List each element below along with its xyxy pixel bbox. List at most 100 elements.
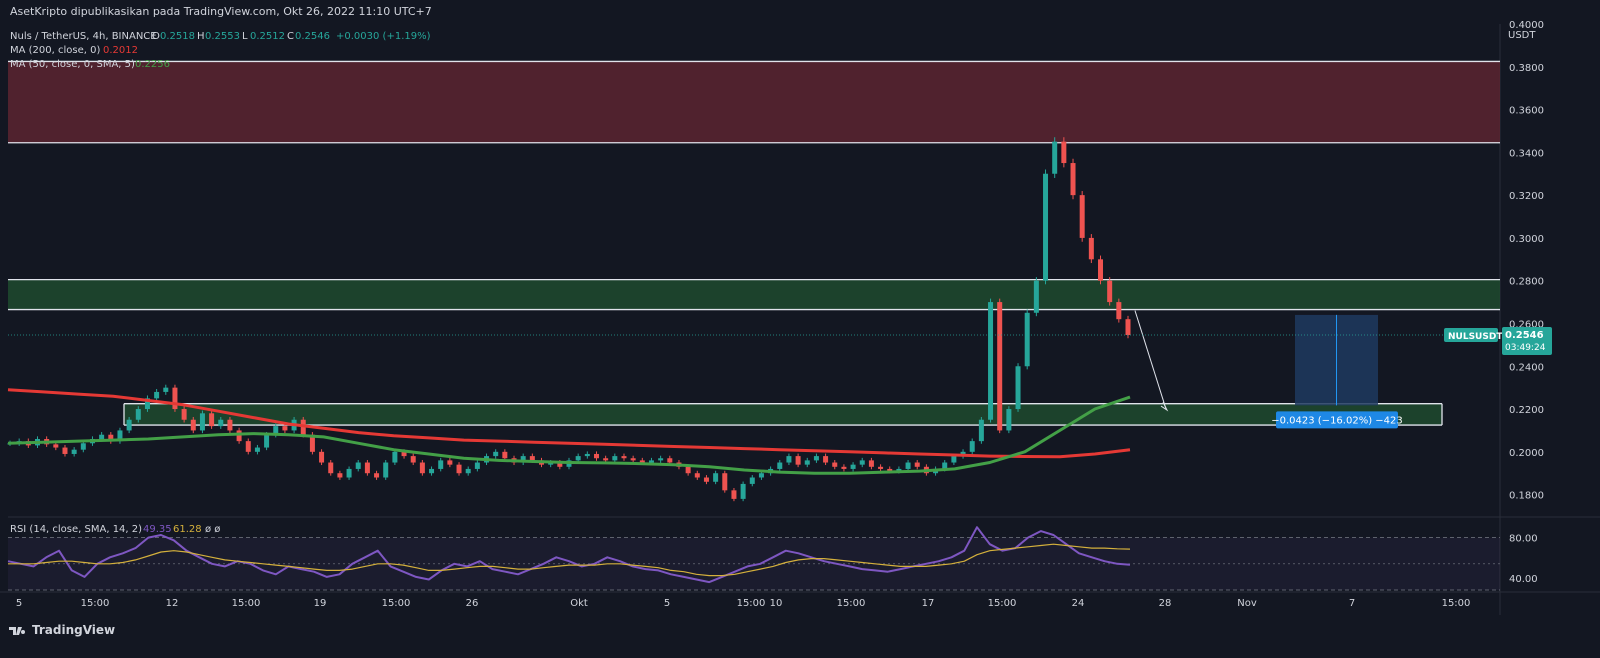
y-tick-label: 0.4000 (1509, 20, 1544, 31)
candle-body (337, 473, 343, 478)
candle-body (419, 462, 425, 474)
x-tick-label: 10 (770, 598, 783, 609)
x-tick-label: 5 (664, 598, 670, 609)
y-tick-label: 0.3600 (1509, 106, 1544, 117)
candle-body (777, 462, 783, 469)
forecast-arrow-line (1134, 310, 1167, 410)
price-tag-value: 0.2546 (1505, 330, 1544, 341)
candle-body (80, 443, 86, 450)
legend-ohlc-key: L (242, 31, 248, 42)
zone-resistance (8, 61, 1500, 143)
candle-body (319, 451, 325, 463)
x-tick-label: 15:00 (988, 598, 1017, 609)
candle-body (832, 462, 838, 467)
candle-body (713, 473, 719, 482)
candle-body (529, 456, 535, 461)
candle-body (951, 456, 957, 463)
candle-body (227, 419, 233, 431)
legend-rsi-value: 49.35 (143, 524, 172, 535)
y-tick-label: 0.3800 (1509, 63, 1544, 74)
y-tick-label: 0.2000 (1509, 448, 1544, 459)
x-tick-label: 15:00 (737, 598, 766, 609)
x-tick-label: Nov (1237, 598, 1257, 609)
x-tick-label: 24 (1072, 598, 1085, 609)
legend-ma50-label: MA (50, close, 0, SMA, 5) (10, 59, 135, 70)
y-tick-label: 0.2400 (1509, 362, 1544, 373)
candle-body (154, 391, 160, 399)
x-tick-label: 26 (466, 598, 479, 609)
candle-body (1070, 163, 1076, 196)
price-chart[interactable]: −0.0423 (−16.02%) −423 USDT0.4000 0.3800 0.… (0, 0, 1600, 658)
brand-name: TradingView (32, 623, 116, 637)
candle-body (841, 466, 847, 469)
candle-body (1079, 195, 1085, 238)
candle-body (199, 413, 205, 431)
x-tick-label: 7 (1349, 598, 1355, 609)
candle-body (126, 419, 132, 431)
candle-body (1033, 280, 1039, 313)
candle-body (786, 456, 792, 463)
candle-body (630, 458, 636, 461)
candle-body (245, 441, 251, 452)
candle-body (135, 409, 141, 420)
candle-body (264, 434, 270, 448)
candle-body (53, 444, 59, 448)
candle-body (1116, 302, 1122, 320)
candle-body (209, 413, 215, 427)
rsi-tick-label: 40.00 (1509, 574, 1538, 585)
candle-body (758, 473, 764, 478)
candle-body (988, 302, 994, 420)
y-tick-label: 0.1800 (1509, 491, 1544, 502)
candle-body (190, 419, 196, 431)
symbol-tag: NULSUSDT (1448, 332, 1503, 342)
candle-body (1006, 409, 1012, 431)
candle-body (593, 453, 599, 459)
candle-body (392, 451, 398, 463)
candle-body (99, 434, 105, 439)
candle-body (282, 426, 288, 431)
x-tick-label: 15:00 (1442, 598, 1471, 609)
candle-body (1061, 141, 1067, 164)
x-tick-label: 17 (922, 598, 935, 609)
legend-rsi-label: RSI (14, close, SMA, 14, 2) (10, 524, 142, 535)
candle-body (218, 419, 224, 427)
candle-body (584, 453, 590, 457)
x-tick-label: Okt (570, 598, 588, 609)
candle-body (997, 302, 1003, 431)
candle-body (254, 447, 260, 452)
candle-body (447, 460, 453, 465)
legend-ma200-label: MA (200, close, 0) (10, 45, 100, 56)
legend-ma200-value: 0.2012 (103, 45, 138, 56)
y-tick-label: 0.3400 (1509, 148, 1544, 159)
candle-body (804, 460, 810, 465)
candle-body (905, 462, 911, 469)
footer-brand: TradingView (8, 623, 115, 637)
x-tick-label: 15:00 (382, 598, 411, 609)
legend-symbol: Nuls / TetherUS, 4h, BINANCE (10, 31, 157, 42)
candle-body (969, 441, 975, 452)
measure-label: −0.0423 (−16.02%) −423 (1271, 415, 1403, 426)
candle-body (71, 449, 77, 454)
candle-body (868, 460, 874, 467)
x-tick-label: 28 (1159, 598, 1172, 609)
candle-body (1015, 366, 1021, 410)
candle-body (364, 462, 370, 474)
legend-ohlc-value: 0.2546 (295, 31, 330, 42)
zone-support (124, 403, 1442, 426)
y-axis-unit-label: USDT (1508, 30, 1536, 41)
legend-ohlc-value: 0.2553 (205, 31, 240, 42)
rsi-tick-label: 80.00 (1509, 534, 1538, 545)
candle-body (1043, 173, 1049, 281)
tradingview-logo-icon (9, 627, 25, 635)
zone-mid-zone (8, 279, 1500, 310)
candle-body (1024, 312, 1030, 367)
candle-body (410, 456, 416, 463)
candle-body (914, 462, 920, 467)
candle-body (172, 387, 178, 410)
legend-ohlc-key: C (287, 31, 294, 42)
y-tick-label: 0.3000 (1509, 234, 1544, 245)
candle-body (878, 466, 884, 469)
candle-body (667, 458, 673, 463)
legend-change: +0.0030 (+1.19%) (336, 31, 431, 42)
x-tick-label: 5 (16, 598, 22, 609)
